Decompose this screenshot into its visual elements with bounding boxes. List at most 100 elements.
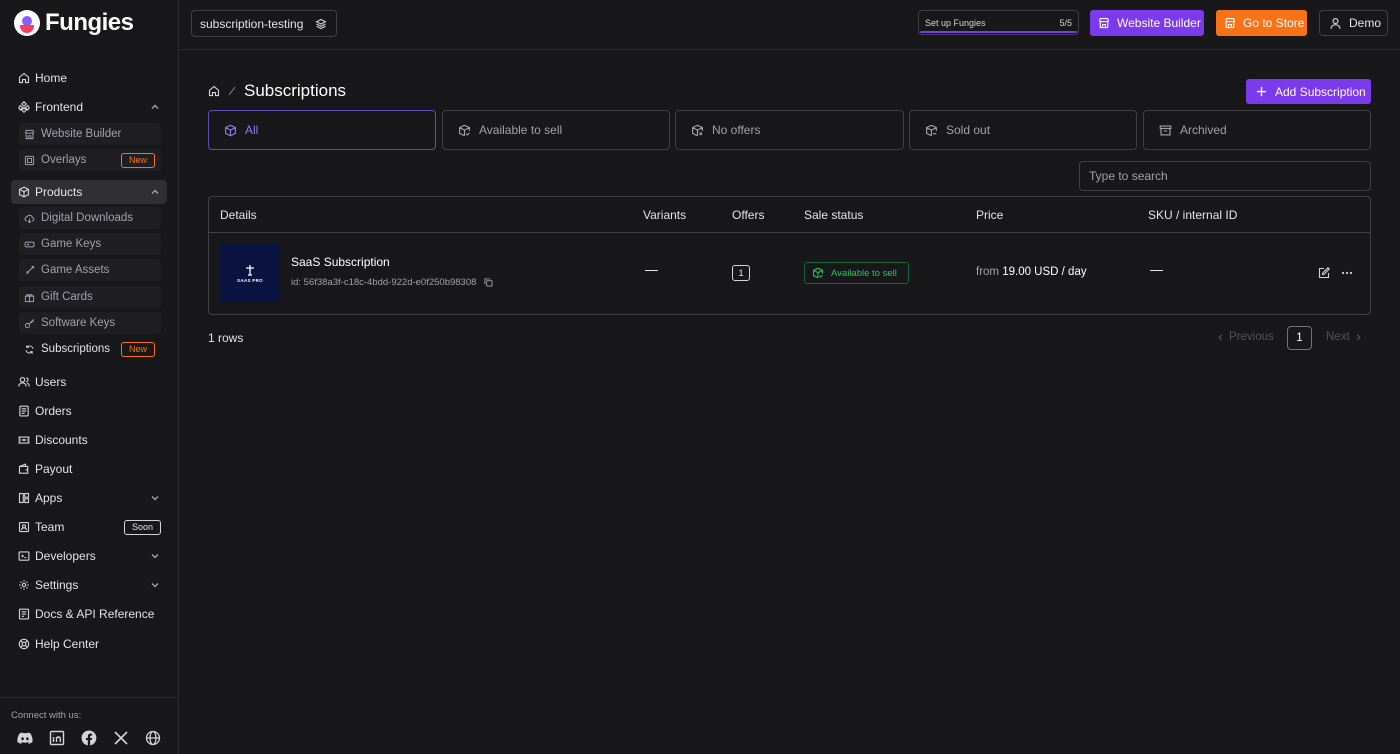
tab-all[interactable]: All [208,110,436,150]
sidebar-item-docs[interactable]: Docs & API Reference [11,602,167,626]
soon-badge: Soon [123,520,161,535]
price-value: from 19.00 USD / day [976,266,1087,278]
book-icon [18,608,30,620]
layers-icon [315,18,327,30]
chevron-left-icon [1216,333,1225,342]
sidebar-item-discounts[interactable]: Discounts [11,428,167,452]
pagination-page[interactable]: 1 [1287,326,1312,350]
discord-icon[interactable] [17,730,33,746]
website-builder-button[interactable]: Website Builder [1090,10,1204,36]
sidebar-item-users[interactable]: Users [11,370,167,394]
column-header-sku[interactable]: SKU / internal ID [1148,208,1237,222]
brand-logo[interactable]: Fungies [14,9,134,37]
gamepad-icon [24,239,35,250]
sidebar-item-digital-downloads[interactable]: Digital Downloads [19,207,161,229]
breadcrumb: Subscriptions [208,80,346,102]
box-icon [224,124,237,137]
tab-sold-out[interactable]: Sold out [909,110,1137,150]
subscriptions-table: Details Variants Offers Sale status Pric… [208,196,1371,315]
facebook-icon[interactable] [81,730,97,746]
globe-icon[interactable] [145,730,161,746]
gear-icon [18,579,30,591]
box-minus-icon [925,124,938,137]
sidebar-item-software-keys[interactable]: Software Keys [19,312,161,334]
status-badge: Available to sell [804,262,909,284]
go-to-store-button[interactable]: Go to Store [1216,10,1307,36]
project-selector[interactable]: subscription-testing [191,10,337,37]
tab-label: No offers [712,123,761,137]
chevron-up-icon [150,102,160,112]
offers-count-badge[interactable]: 1 [732,265,750,281]
sidebar-item-team[interactable]: Team Soon [11,515,167,539]
price-prefix: from [976,266,999,278]
sidebar-item-home[interactable]: Home [11,66,167,90]
social-links [11,730,168,746]
tab-label: Available to sell [479,123,563,137]
linkedin-icon[interactable] [49,730,65,746]
user-menu-button[interactable]: Demo [1319,10,1388,36]
wallet-icon [18,463,30,475]
cloud-download-icon [24,213,35,224]
sidebar-item-website-builder[interactable]: Website Builder [19,123,161,145]
column-header-price[interactable]: Price [976,208,1003,222]
sidebar-item-label: Products [35,185,83,199]
sidebar-item-game-assets[interactable]: Game Assets [19,259,161,281]
product-id: id: 56f38a3f-c18c-4bdd-922d-e0f250b98308 [291,277,493,288]
sidebar-item-overlays[interactable]: Overlays New [19,149,161,171]
sidebar-item-apps[interactable]: Apps [11,486,167,510]
more-options-icon[interactable] [1341,267,1353,279]
tab-available-to-sell[interactable]: Available to sell [442,110,670,150]
box-icon [18,186,30,198]
setup-count: 5/5 [1059,18,1072,28]
setup-progress[interactable]: Set up Fungies 5/5 [918,10,1079,35]
x-icon[interactable] [113,730,129,746]
sidebar-item-settings[interactable]: Settings [11,573,167,597]
sidebar-item-help-center[interactable]: Help Center [11,632,167,656]
box-x-icon [691,124,704,137]
sidebar-item-label: Users [35,375,67,389]
sidebar-item-developers[interactable]: Developers [11,544,167,568]
box-check-icon [458,124,471,137]
search-input[interactable] [1079,161,1371,191]
sidebar-item-label: Docs & API Reference [35,607,155,621]
product-name[interactable]: SaaS Subscription [291,255,390,269]
rows-count: 1 rows [208,331,244,345]
column-header-details[interactable]: Details [220,208,257,222]
pagination-next[interactable]: Next [1326,331,1363,343]
sidebar-item-label: Help Center [35,637,100,651]
sidebar-item-frontend[interactable]: Frontend [11,95,167,119]
copy-icon[interactable] [484,278,493,287]
users-icon [18,376,30,388]
add-subscription-button[interactable]: Add Subscription [1246,79,1371,104]
table-row[interactable]: SAAS PRO SaaS Subscription id: 56f38a3f-… [209,233,1370,315]
sidebar-item-label: Website Builder [41,128,122,140]
sidebar-item-game-keys[interactable]: Game Keys [19,233,161,255]
sidebar: Fungies Home Frontend Website Builder Ov… [0,0,179,754]
sidebar-item-subscriptions[interactable]: Subscriptions New [19,338,161,360]
variants-value: — [645,262,658,277]
column-header-variants[interactable]: Variants [643,208,686,222]
sidebar-item-orders[interactable]: Orders [11,399,167,423]
tab-label: Sold out [946,123,991,137]
sidebar-item-label: Apps [35,491,63,505]
sidebar-item-payout[interactable]: Payout [11,457,167,481]
edit-icon[interactable] [1318,267,1330,279]
sidebar-item-label: Game Assets [41,264,110,276]
sidebar-item-products[interactable]: Products [11,180,167,204]
chevron-down-icon [150,551,160,561]
tab-no-offers[interactable]: No offers [675,110,904,150]
top-bar: subscription-testing Set up Fungies 5/5 … [179,0,1400,50]
team-icon [18,521,30,533]
sidebar-item-label: Home [35,71,68,85]
sidebar-item-gift-cards[interactable]: Gift Cards [19,286,161,308]
product-thumbnail[interactable]: SAAS PRO [220,244,280,302]
lifebuoy-icon [18,638,30,650]
gift-icon [24,292,35,303]
column-header-offers[interactable]: Offers [732,208,764,222]
home-icon[interactable] [208,85,220,97]
product-id-text: id: 56f38a3f-c18c-4bdd-922d-e0f250b98308 [291,277,477,288]
tab-archived[interactable]: Archived [1143,110,1371,150]
pagination-previous[interactable]: Previous [1216,331,1274,343]
column-header-sale-status[interactable]: Sale status [804,208,863,222]
box-check-icon [812,267,824,279]
